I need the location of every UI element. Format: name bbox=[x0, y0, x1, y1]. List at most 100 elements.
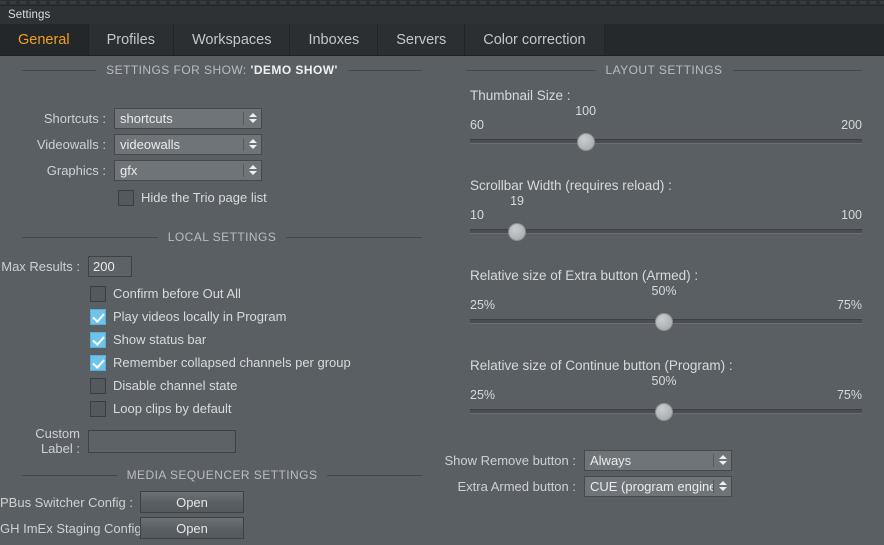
play-videos-locally-checkbox[interactable] bbox=[90, 308, 106, 325]
continue-button-program-slider[interactable] bbox=[470, 403, 862, 421]
thumbnail-size-slider-handle[interactable] bbox=[576, 133, 595, 151]
section-header-layout-settings-label: LAYOUT SETTINGS bbox=[605, 63, 723, 77]
videowalls-dropdown-value: videowalls bbox=[120, 136, 180, 152]
continue-button-program-max-label: 75% bbox=[836, 388, 862, 402]
shortcuts-dropdown-separator bbox=[243, 111, 244, 125]
custom-label-input[interactable] bbox=[88, 429, 236, 453]
thumbnail-size-current-value: 100 bbox=[575, 104, 597, 118]
chevron-updown-icon bbox=[247, 161, 261, 180]
gh-imex-staging-config-open-button[interactable]: Open bbox=[140, 517, 244, 539]
tab-servers[interactable]: Servers bbox=[378, 24, 466, 55]
tab-color-correction[interactable]: Color correction bbox=[465, 24, 605, 55]
thumbnail-size-min-label: 60 bbox=[470, 118, 484, 132]
checkbox-row-remember-collapsed-channels[interactable]: Remember collapsed channels per group bbox=[90, 351, 444, 374]
show-remove-button-label: Show Remove button : bbox=[444, 452, 576, 468]
checkbox-row-disable-channel-state[interactable]: Disable channel state bbox=[90, 374, 444, 397]
disable-channel-state-checkbox[interactable] bbox=[90, 377, 106, 394]
custom-label-caption: Custom Label : bbox=[0, 426, 88, 456]
max-results-input[interactable]: 200 bbox=[88, 255, 132, 277]
graphics-label: Graphics : bbox=[46, 162, 106, 178]
custom-label-caption-line2: Label : bbox=[40, 441, 80, 456]
tab-inboxes[interactable]: Inboxes bbox=[290, 24, 379, 55]
row-show-remove-button: Show Remove button : Always bbox=[444, 447, 884, 473]
section-rule-left bbox=[22, 69, 97, 71]
show-status-bar-checkbox[interactable] bbox=[90, 331, 106, 348]
show-remove-button-dropdown-value: Always bbox=[590, 452, 632, 468]
thumbnail-size-current-wrap: 100 bbox=[470, 104, 862, 119]
extra-button-armed-range-labels: 25% 75% bbox=[470, 299, 862, 312]
section-header-local-settings: LOCAL SETTINGS bbox=[0, 229, 444, 245]
tab-workspaces[interactable]: Workspaces bbox=[173, 24, 291, 55]
left-column: SETTINGS FOR SHOW: 'DEMO SHOW' Shortcuts… bbox=[0, 56, 444, 545]
local-settings-checkbox-list: Confirm before Out All Play videos local… bbox=[90, 282, 444, 420]
shortcuts-dropdown[interactable]: shortcuts bbox=[114, 107, 262, 129]
section-header-layout-settings: LAYOUT SETTINGS bbox=[444, 62, 884, 78]
row-graphics: Graphics : gfx bbox=[0, 157, 444, 183]
extra-button-armed-min-label: 25% bbox=[470, 298, 496, 312]
videowalls-label: Videowalls : bbox=[36, 136, 106, 152]
extra-button-armed-slider[interactable] bbox=[470, 313, 862, 331]
checkbox-row-loop-clips-by-default[interactable]: Loop clips by default bbox=[90, 397, 444, 420]
thumbnail-size-title: Thumbnail Size : bbox=[470, 88, 571, 103]
tab-general[interactable]: General bbox=[0, 24, 89, 55]
scrollbar-width-slider-handle[interactable] bbox=[508, 223, 527, 241]
pbus-switcher-config-open-label: Open bbox=[176, 494, 208, 510]
hide-trio-page-list-label: Hide the Trio page list bbox=[141, 190, 267, 205]
checkbox-row-play-videos-locally[interactable]: Play videos locally in Program bbox=[90, 305, 444, 328]
max-results-value: 200 bbox=[93, 258, 115, 274]
continue-button-program-min-label: 25% bbox=[470, 388, 496, 402]
row-extra-armed-button: Extra Armed button : CUE (program engine… bbox=[444, 473, 884, 499]
thumbnail-size-slider[interactable] bbox=[470, 133, 862, 151]
max-results-label: Max Results : bbox=[1, 258, 80, 274]
section-rule-left bbox=[22, 236, 158, 238]
tab-profiles[interactable]: Profiles bbox=[88, 24, 174, 55]
chevron-updown-icon bbox=[247, 109, 261, 128]
thumbnail-size-max-label: 200 bbox=[841, 118, 862, 132]
loop-clips-by-default-checkbox[interactable] bbox=[90, 400, 106, 417]
hide-trio-page-list-checkbox[interactable] bbox=[118, 189, 134, 206]
thumbnail-size-slider-track[interactable] bbox=[470, 139, 862, 144]
graphics-dropdown-separator bbox=[243, 163, 244, 177]
chevron-updown-icon bbox=[717, 451, 731, 470]
pbus-switcher-config-open-button[interactable]: Open bbox=[140, 491, 244, 513]
videowalls-dropdown[interactable]: videowalls bbox=[114, 133, 262, 155]
extra-button-armed-current-wrap: 50% bbox=[470, 284, 862, 299]
show-remove-button-dropdown[interactable]: Always bbox=[584, 449, 732, 471]
slider-block-extra-button-armed: Relative size of Extra button (Armed) : … bbox=[444, 268, 884, 331]
show-settings-prefix: SETTINGS FOR SHOW: bbox=[106, 63, 247, 77]
extra-button-armed-current-value: 50% bbox=[651, 284, 677, 298]
checkbox-row-confirm-before-out-all[interactable]: Confirm before Out All bbox=[90, 282, 444, 305]
window-titlebar: Settings bbox=[0, 6, 884, 24]
section-rule-left bbox=[22, 474, 117, 476]
videowalls-dropdown-separator bbox=[243, 137, 244, 151]
extra-armed-button-dropdown-value: CUE (program engine) bbox=[590, 478, 713, 494]
chevron-updown-icon bbox=[247, 135, 261, 154]
shortcuts-label: Shortcuts : bbox=[43, 110, 106, 126]
extra-button-armed-slider-handle[interactable] bbox=[655, 313, 674, 331]
scrollbar-width-title: Scrollbar Width (requires reload) : bbox=[470, 178, 672, 193]
slider-block-thumbnail-size: Thumbnail Size : 100 60 200 bbox=[444, 88, 884, 151]
show-remove-button-dropdown-separator bbox=[713, 453, 714, 467]
disable-channel-state-label: Disable channel state bbox=[113, 378, 238, 393]
continue-button-program-current-value: 50% bbox=[651, 374, 677, 388]
section-header-media-sequencer: MEDIA SEQUENCER SETTINGS bbox=[0, 467, 444, 483]
continue-button-program-current-wrap: 50% bbox=[470, 374, 862, 389]
checkbox-row-show-status-bar[interactable]: Show status bar bbox=[90, 328, 444, 351]
tab-servers-label: Servers bbox=[396, 31, 447, 48]
tab-bar: General Profiles Workspaces Inboxes Serv… bbox=[0, 24, 884, 56]
extra-button-armed-title: Relative size of Extra button (Armed) : bbox=[470, 268, 699, 283]
continue-button-program-slider-handle[interactable] bbox=[655, 403, 674, 421]
row-gh-imex-staging-config: GH ImEx Staging Config : Open bbox=[0, 515, 444, 541]
slider-block-scrollbar-width: Scrollbar Width (requires reload) : 19 1… bbox=[444, 178, 884, 241]
scrollbar-width-slider-track[interactable] bbox=[470, 229, 862, 234]
checkbox-row-hide-trio-page-list[interactable]: Hide the Trio page list bbox=[118, 186, 267, 209]
tab-profiles-label: Profiles bbox=[106, 31, 155, 48]
remember-collapsed-channels-checkbox[interactable] bbox=[90, 354, 106, 371]
section-header-show-settings: SETTINGS FOR SHOW: 'DEMO SHOW' bbox=[0, 62, 444, 78]
extra-armed-button-dropdown[interactable]: CUE (program engine) bbox=[584, 475, 732, 497]
scrollbar-width-slider[interactable] bbox=[470, 223, 862, 241]
graphics-dropdown[interactable]: gfx bbox=[114, 159, 262, 181]
section-header-local-settings-label: LOCAL SETTINGS bbox=[167, 230, 277, 244]
extra-armed-button-label: Extra Armed button : bbox=[457, 478, 576, 494]
confirm-before-out-all-checkbox[interactable] bbox=[90, 285, 106, 302]
